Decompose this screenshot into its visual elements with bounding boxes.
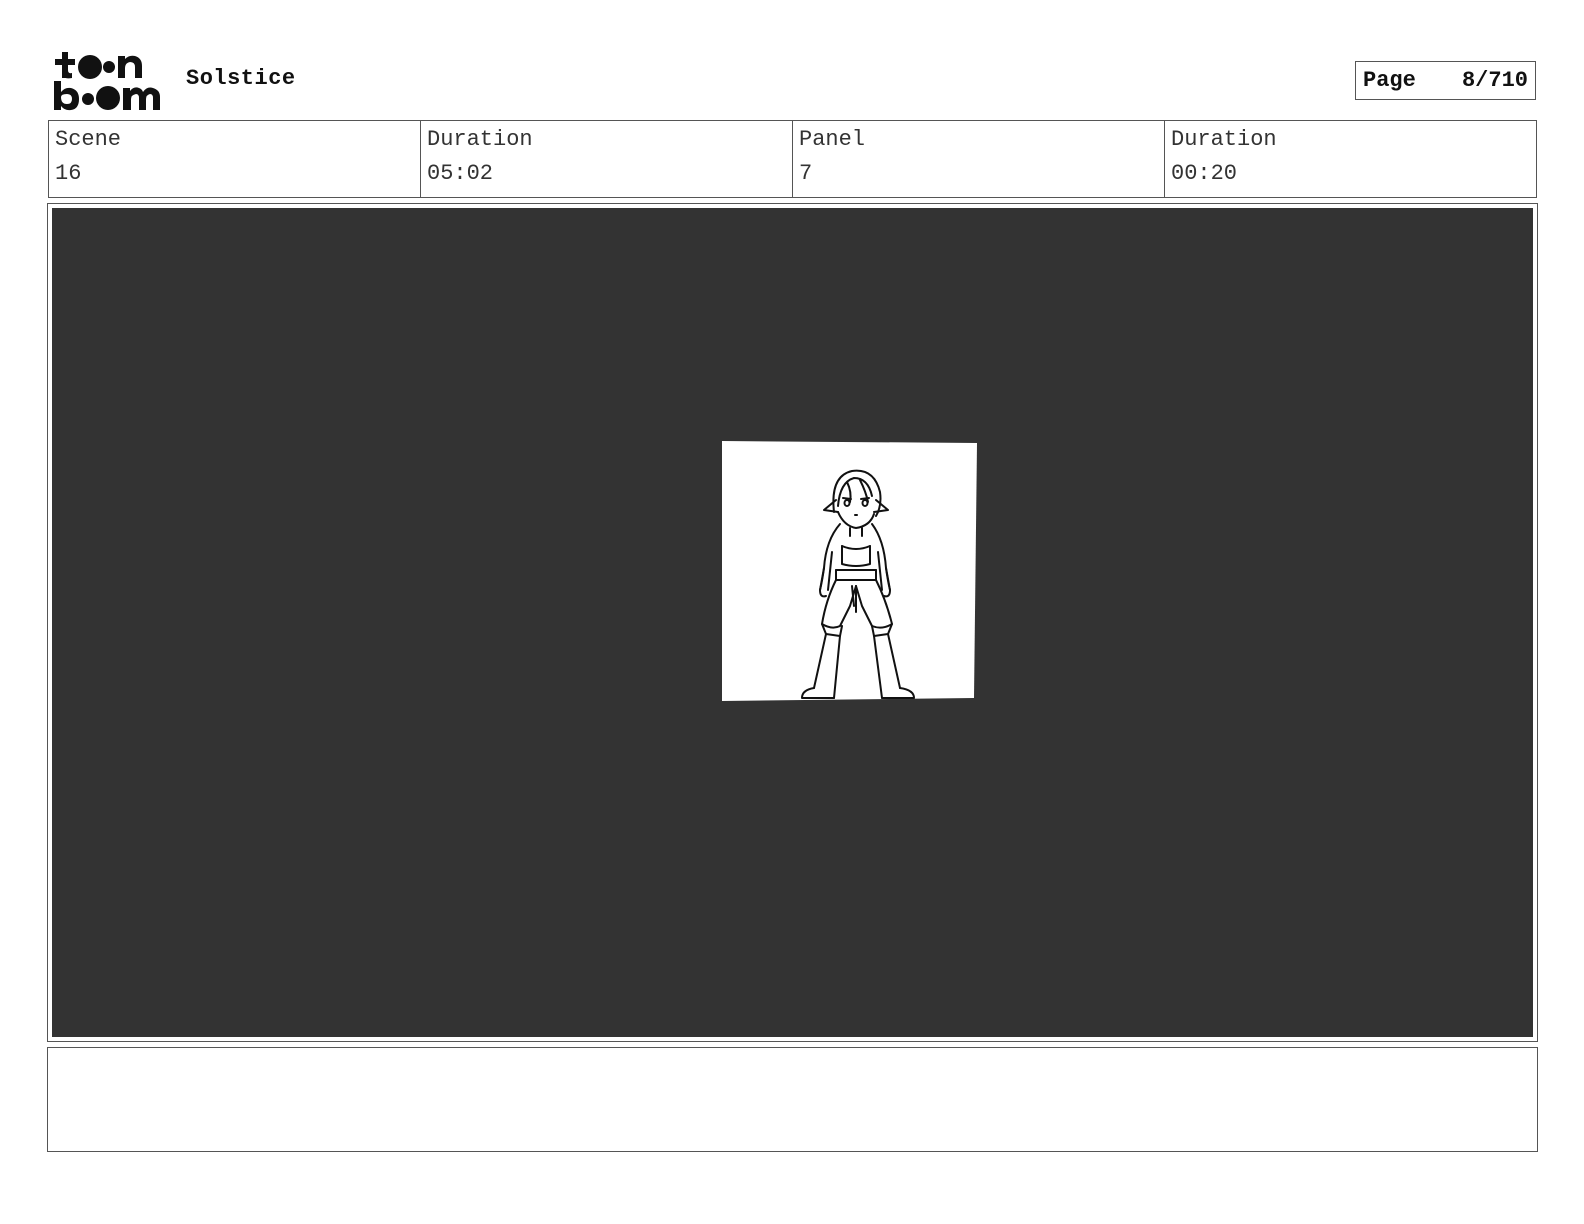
storyboard-panel-canvas bbox=[52, 208, 1533, 1037]
scene-cell: Scene 16 bbox=[49, 121, 421, 197]
page-indicator: Page 8/710 bbox=[1355, 61, 1536, 100]
panel-cell: Panel 7 bbox=[793, 121, 1165, 197]
panel-notes-box[interactable] bbox=[47, 1047, 1538, 1152]
scene-duration-cell: Duration 05:02 bbox=[421, 121, 793, 197]
scene-duration-label: Duration bbox=[427, 127, 533, 152]
character-sketch bbox=[722, 441, 977, 701]
scene-duration-value: 05:02 bbox=[427, 161, 494, 186]
page-label: Page bbox=[1363, 68, 1416, 93]
panel-label: Panel bbox=[799, 127, 866, 152]
project-title: Solstice bbox=[186, 66, 296, 91]
panel-duration-cell: Duration 00:20 bbox=[1165, 121, 1536, 197]
scene-label: Scene bbox=[55, 127, 122, 152]
panel-duration-value: 00:20 bbox=[1171, 161, 1238, 186]
scene-value: 16 bbox=[55, 161, 82, 186]
panel-duration-label: Duration bbox=[1171, 127, 1277, 152]
storyboard-panel-frame bbox=[47, 203, 1538, 1042]
panel-info-bar: Scene 16 Duration 05:02 Panel 7 Duration… bbox=[48, 120, 1537, 198]
panel-value: 7 bbox=[799, 161, 813, 186]
toon-boom-logo bbox=[52, 50, 164, 112]
page-number: 8/710 bbox=[1461, 68, 1528, 93]
